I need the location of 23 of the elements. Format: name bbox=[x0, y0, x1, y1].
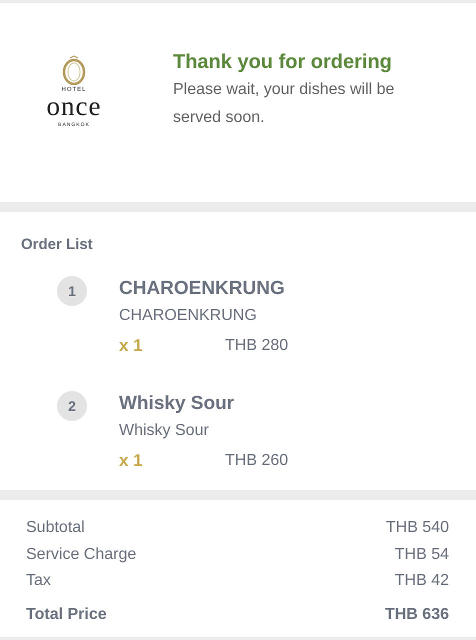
logo-icon bbox=[61, 55, 87, 85]
summary-value: THB 42 bbox=[394, 571, 449, 591]
summary-value: THB 636 bbox=[384, 604, 449, 624]
logo-name: once bbox=[46, 93, 102, 119]
confirmation-message: Please wait, your dishes will be served soon. bbox=[173, 80, 396, 128]
section-title: Order List bbox=[21, 236, 94, 253]
item-quantity: x 1 bbox=[119, 335, 144, 357]
summary-value: THB 54 bbox=[394, 544, 449, 564]
item-number: 1 bbox=[57, 276, 87, 306]
summary-label: Service Charge bbox=[26, 544, 136, 564]
item-price: THB 260 bbox=[225, 451, 288, 471]
item-quantity: x 1 bbox=[119, 450, 144, 472]
item-price: THB 280 bbox=[225, 336, 288, 356]
summary-label: Total Price bbox=[26, 604, 107, 624]
summary-label: Tax bbox=[26, 571, 51, 591]
item-subtitle: CHAROENKRUNG bbox=[119, 306, 258, 326]
item-name: Whisky Sour bbox=[119, 392, 236, 416]
summary-value: THB 540 bbox=[386, 518, 449, 538]
item-subtitle: Whisky Sour bbox=[119, 421, 210, 441]
item-name: CHAROENKRUNG bbox=[119, 277, 286, 301]
item-number: 2 bbox=[57, 391, 87, 421]
confirmation-title: Thank you for ordering bbox=[173, 51, 393, 74]
summary-label: Subtotal bbox=[26, 518, 85, 538]
